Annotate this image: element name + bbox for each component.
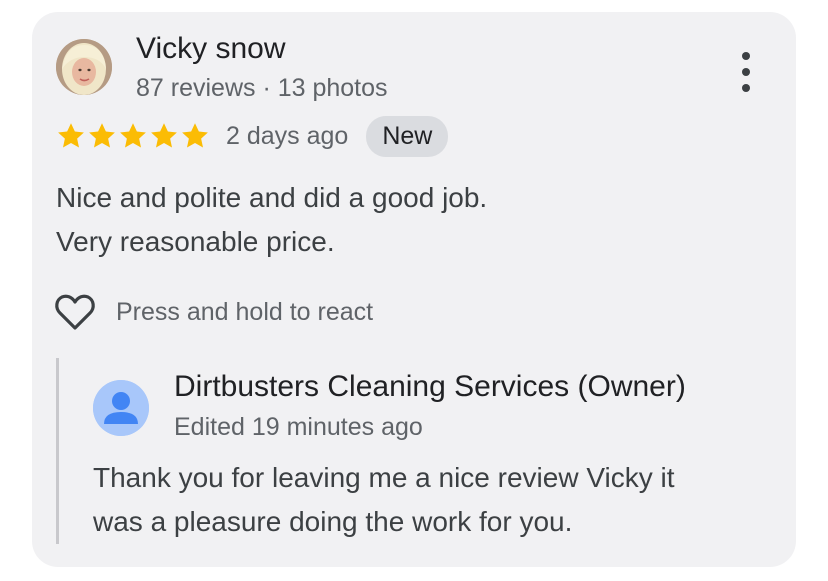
owner-response-text: Thank you for leaving me a nice review V… (93, 456, 773, 544)
react-label: Press and hold to react (116, 297, 374, 326)
owner-name[interactable]: Dirtbusters Cleaning Services (Owner) (174, 370, 686, 404)
star-rating (56, 121, 210, 151)
star-icon (182, 123, 208, 148)
owner-avatar (93, 380, 149, 436)
reviewer-stats: 87 reviews · 13 photos (136, 74, 388, 102)
star-icon (89, 123, 115, 148)
owner-text-line: was a pleasure doing the work for you. (93, 506, 573, 537)
star-icon (58, 123, 84, 148)
review-text-line: Nice and polite and did a good job. (56, 182, 488, 213)
star-icon (120, 123, 146, 148)
review-time: 2 days ago (226, 121, 349, 150)
react-button[interactable]: Press and hold to react (54, 292, 373, 332)
owner-response: Dirtbusters Cleaning Services (Owner) Ed… (56, 358, 779, 544)
review-text: Nice and polite and did a good job. Very… (56, 176, 756, 264)
person-icon (93, 380, 149, 436)
star-icon (151, 123, 177, 148)
reviewer-name[interactable]: Vicky snow (136, 32, 286, 66)
reviewer-avatar[interactable] (56, 39, 112, 95)
reviewer-photo (56, 39, 112, 95)
review-text-line: Very reasonable price. (56, 226, 335, 257)
owner-response-time: Edited 19 minutes ago (174, 413, 423, 441)
new-badge: New (366, 115, 449, 157)
owner-text-line: Thank you for leaving me a nice review V… (93, 462, 675, 493)
more-vert-icon-dot (742, 84, 750, 92)
more-vert-icon (742, 52, 750, 60)
more-vert-icon-dot (742, 68, 750, 76)
rating-row: 2 days ago New (56, 115, 449, 157)
review-card: Vicky snow 87 reviews · 13 photos 2 days… (32, 12, 796, 567)
more-options-button[interactable] (734, 52, 758, 92)
heart-outline-icon (55, 294, 95, 330)
